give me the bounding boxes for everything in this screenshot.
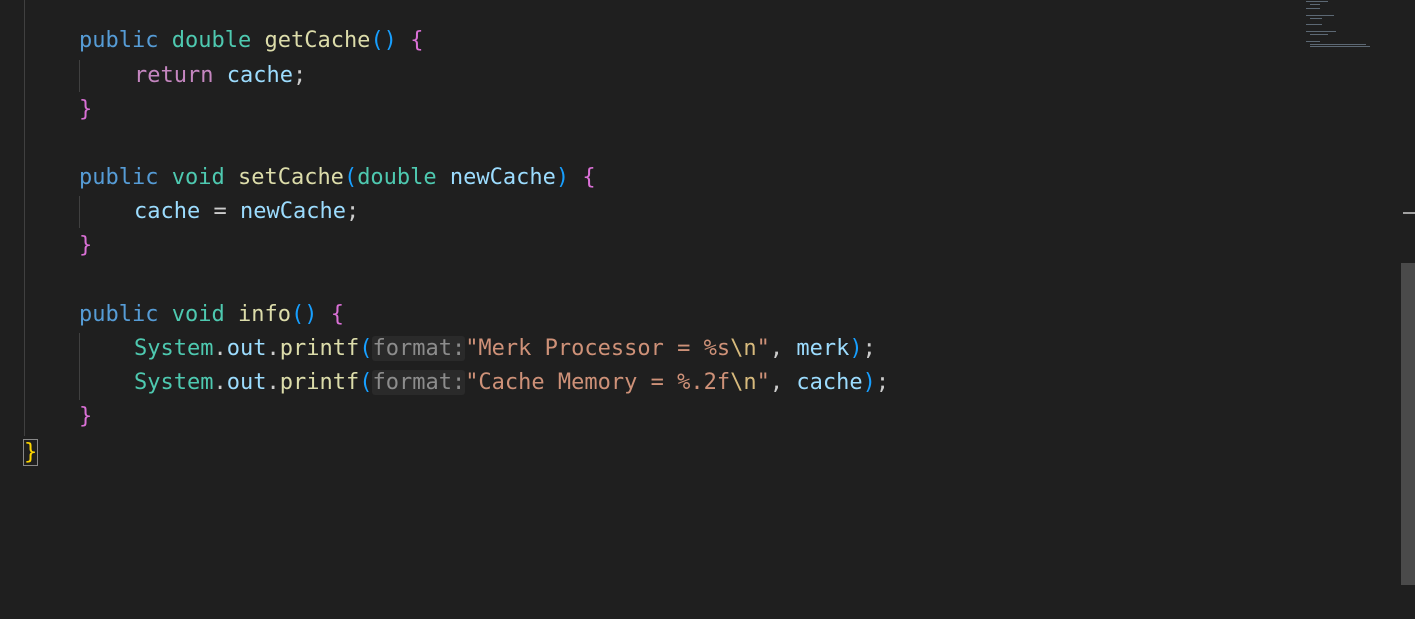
code-token: (: [359, 370, 373, 395]
code-token: (): [290, 302, 318, 327]
code-token: setCache: [237, 165, 344, 190]
inlay-hint: format:: [372, 370, 466, 395]
minimap-line: [1306, 1, 1328, 2]
code-token: ": [756, 336, 770, 361]
code-token: printf: [279, 370, 360, 395]
code-token: \n: [730, 336, 757, 361]
code-token: .: [213, 370, 227, 395]
code-token: public: [79, 28, 159, 53]
code-token: "Cache Memory = %.2f: [465, 370, 731, 395]
code-line[interactable]: }: [24, 93, 92, 127]
minimap-line: [1306, 8, 1320, 9]
minimap-line: [1310, 34, 1328, 35]
code-token: .: [213, 336, 227, 361]
code-token: ": [756, 370, 770, 395]
code-token: ): [555, 165, 570, 190]
code-token: out: [226, 336, 267, 361]
code-area[interactable]: public double getCache() { return cache;…: [0, 0, 1300, 619]
code-token: (: [359, 336, 373, 361]
minimap-line: [1306, 15, 1334, 16]
code-line[interactable]: return cache;: [24, 59, 306, 93]
minimap-line: [1306, 41, 1320, 42]
code-token: ;: [875, 370, 890, 395]
code-token: {: [582, 165, 596, 190]
code-line[interactable]: }: [24, 229, 92, 263]
code-token: newCache: [239, 199, 346, 224]
code-token: double: [171, 28, 252, 53]
code-token: \n: [730, 370, 757, 395]
code-token: merk: [796, 336, 850, 361]
minimap[interactable]: [1302, 0, 1372, 50]
code-token: .: [266, 370, 280, 395]
code-editor[interactable]: public double getCache() { return cache;…: [0, 0, 1415, 619]
code-token: public: [79, 165, 159, 190]
code-token: ): [862, 370, 876, 395]
code-token: }: [79, 233, 93, 258]
code-token: }: [22, 439, 39, 466]
code-line[interactable]: public double getCache() {: [24, 24, 423, 58]
code-token: void: [171, 165, 225, 190]
code-line[interactable]: cache = newCache;: [24, 195, 359, 229]
code-token: ): [849, 336, 863, 361]
code-token: }: [79, 97, 93, 122]
code-token: newCache: [449, 165, 556, 190]
minimap-line: [1310, 18, 1322, 19]
code-token: getCache: [264, 28, 371, 53]
minimap-line: [1306, 24, 1322, 25]
minimap-line: [1310, 44, 1366, 45]
code-line[interactable]: public void info() {: [24, 298, 344, 332]
code-token: double: [357, 165, 437, 190]
code-line[interactable]: public void setCache(double newCache) {: [24, 161, 596, 195]
code-token: ;: [862, 336, 876, 361]
code-token: ,: [769, 370, 797, 395]
code-token: printf: [279, 336, 360, 361]
code-token: "Merk Processor = %s: [465, 336, 731, 361]
code-line[interactable]: System.out.printf(format:"Cache Memory =…: [24, 366, 889, 400]
code-line[interactable]: System.out.printf(format:"Merk Processor…: [24, 332, 876, 366]
minimap-line: [1310, 46, 1370, 47]
code-line[interactable]: [24, 263, 79, 297]
code-line[interactable]: }: [22, 436, 39, 470]
code-token: void: [171, 302, 225, 327]
code-token: (: [343, 165, 358, 190]
code-token: System: [134, 336, 214, 361]
code-token: ,: [769, 336, 797, 361]
code-token: }: [79, 404, 93, 429]
code-token: cache: [796, 370, 863, 395]
code-token: System: [134, 370, 214, 395]
minimap-line: [1310, 4, 1320, 5]
code-token: return: [134, 63, 214, 88]
code-token: .: [266, 336, 280, 361]
code-token: cache: [226, 63, 293, 88]
code-token: {: [330, 302, 344, 327]
code-line[interactable]: }: [24, 400, 92, 434]
scrollbar-cursor-marker: [1403, 212, 1415, 214]
code-token: out: [226, 370, 267, 395]
code-token: public: [79, 302, 159, 327]
minimap-line: [1306, 31, 1336, 32]
code-token: ;: [292, 63, 307, 88]
code-token: info: [237, 302, 291, 327]
vertical-scrollbar-thumb[interactable]: [1401, 263, 1415, 585]
code-token: cache: [134, 199, 201, 224]
code-token: =: [200, 199, 240, 224]
code-line[interactable]: [24, 127, 79, 161]
code-token: ;: [345, 199, 360, 224]
code-token: (): [370, 28, 397, 53]
inlay-hint: format:: [372, 336, 466, 361]
code-token: {: [410, 28, 424, 53]
